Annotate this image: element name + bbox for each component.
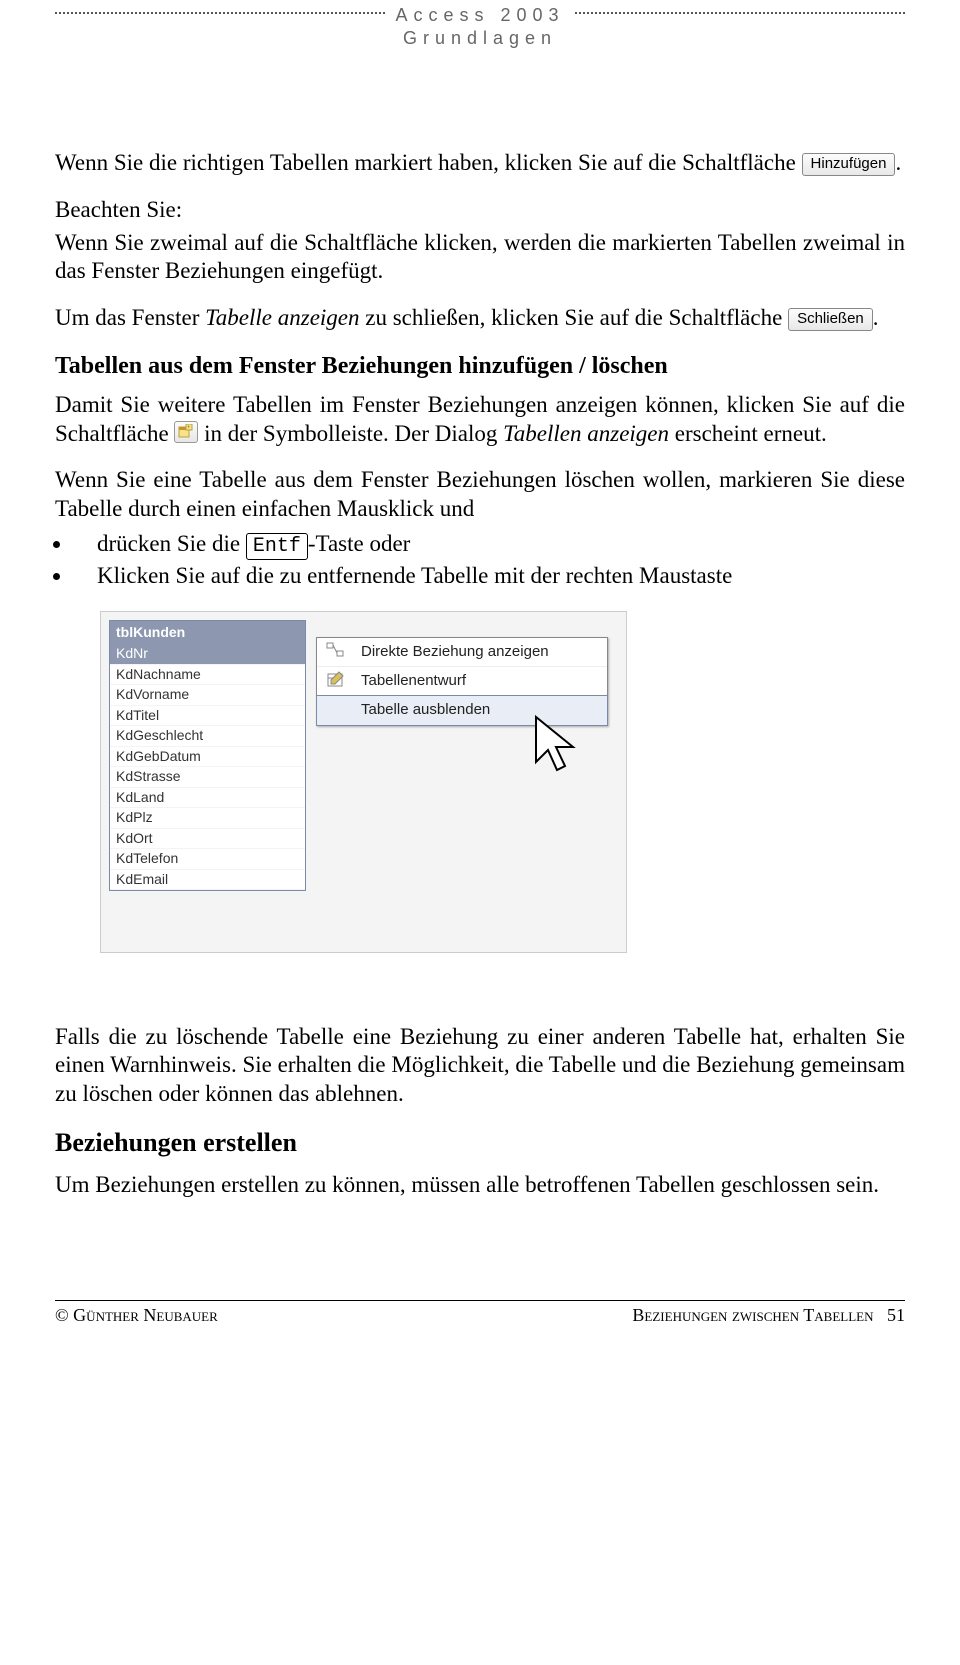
paragraph-delete: Wenn Sie eine Tabelle aus dem Fenster Be… — [55, 466, 905, 524]
header-dots-left — [55, 11, 385, 14]
bullet-list: drücken Sie die Entf-Taste oder Klicken … — [55, 530, 905, 591]
table-row[interactable]: KdNr — [110, 644, 305, 665]
table-row[interactable]: KdEmail — [110, 870, 305, 891]
text-italic: Tabelle anzeigen — [205, 305, 359, 330]
paragraph-intro: Wenn Sie die richtigen Tabellen markiert… — [55, 149, 905, 178]
table-title: tblKunden — [110, 621, 305, 645]
page-header: Access 2003 Grundlagen — [55, 5, 905, 49]
footer-page: 51 — [887, 1305, 905, 1325]
show-table-icon-button[interactable]: + — [174, 421, 198, 443]
menu-item-table-design[interactable]: Tabellenentwurf — [317, 666, 607, 696]
paragraph-create: Um Beziehungen erstellen zu können, müss… — [55, 1171, 905, 1200]
footer-right: Beziehungen zwischen Tabellen 51 — [632, 1305, 905, 1326]
text: . — [873, 305, 879, 330]
text: zu schließen, klicken Sie auf die Schalt… — [360, 305, 789, 330]
table-row[interactable]: KdVorname — [110, 685, 305, 706]
paragraph-close: Um das Fenster Tabelle anzeigen zu schli… — [55, 304, 905, 333]
text: Wenn Sie die richtigen Tabellen markiert… — [55, 150, 802, 175]
table-row[interactable]: KdLand — [110, 788, 305, 809]
text: in der Symbolleiste. Der Dialog — [204, 421, 503, 446]
text: Um das Fenster — [55, 305, 205, 330]
header-dots-right — [575, 11, 905, 14]
table-row[interactable]: KdNachname — [110, 665, 305, 686]
page-footer: © Günther Neubauer Beziehungen zwischen … — [55, 1300, 905, 1326]
table-row[interactable]: KdGeschlecht — [110, 726, 305, 747]
header-title: Access 2003 — [395, 5, 564, 26]
table-row[interactable]: KdOrt — [110, 829, 305, 850]
paragraph-warning: Falls die zu löschende Tabelle eine Bezi… — [55, 1023, 905, 1109]
menu-label: Tabelle ausblenden — [361, 701, 490, 718]
table-row[interactable]: KdGebDatum — [110, 747, 305, 768]
heading-create-relations: Beziehungen erstellen — [55, 1127, 905, 1160]
text: -Taste oder — [308, 531, 410, 556]
list-item: Klicken Sie auf die zu entfernende Tabel… — [73, 562, 905, 591]
footer-section: Beziehungen zwischen Tabellen — [632, 1305, 873, 1325]
list-item: drücken Sie die Entf-Taste oder — [73, 530, 905, 560]
text-italic: Tabellen anzeigen — [503, 421, 669, 446]
table-row[interactable]: KdPlz — [110, 808, 305, 829]
heading-add-remove: Tabellen aus dem Fenster Beziehungen hin… — [55, 351, 905, 381]
paragraph-note: Wenn Sie zweimal auf die Schaltfläche kl… — [55, 229, 905, 287]
paragraph-add: Damit Sie weitere Tabellen im Fenster Be… — [55, 391, 905, 449]
table-row[interactable]: KdTitel — [110, 706, 305, 727]
text: . — [895, 150, 901, 175]
screenshot-context-menu: tblKunden KdNr KdNachname KdVorname KdTi… — [100, 611, 627, 953]
footer-author: © Günther Neubauer — [55, 1305, 218, 1326]
menu-label: Direkte Beziehung anzeigen — [361, 643, 549, 660]
note-label: Beachten Sie: — [55, 196, 905, 225]
cursor-icon — [531, 712, 591, 782]
table-row[interactable]: KdStrasse — [110, 767, 305, 788]
header-subtitle: Grundlagen — [55, 28, 905, 49]
design-icon — [325, 670, 347, 690]
table-row[interactable]: KdTelefon — [110, 849, 305, 870]
close-button[interactable]: Schließen — [788, 308, 873, 331]
text: erscheint erneut. — [669, 421, 827, 446]
menu-item-direct-relation[interactable]: Direkte Beziehung anzeigen — [317, 638, 607, 667]
key-entf: Entf — [246, 533, 308, 560]
table-window: tblKunden KdNr KdNachname KdVorname KdTi… — [109, 620, 306, 892]
add-button[interactable]: Hinzufügen — [802, 153, 896, 176]
relation-icon — [325, 641, 347, 661]
menu-label: Tabellenentwurf — [361, 672, 466, 689]
text: drücken Sie die — [97, 531, 246, 556]
